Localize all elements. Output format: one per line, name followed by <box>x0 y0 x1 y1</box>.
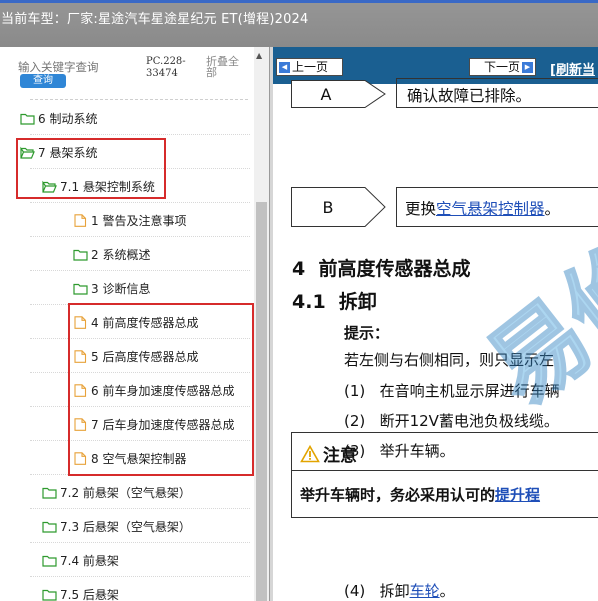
row-divider <box>30 202 250 203</box>
document-panel: ◀ 上一页 下一页 ▶ [刷新当 A 确认故障已排除。 B 更换空气悬架控制器。 4… <box>273 47 598 601</box>
folder-open-icon <box>42 180 57 193</box>
tree-item-air-suspension-controller[interactable]: 8 空气悬架控制器 <box>73 448 186 468</box>
pc-code-label: PC.228-33474 <box>146 56 186 79</box>
step-a-letter: A <box>321 85 332 104</box>
row-divider <box>30 576 250 577</box>
tree-item-label: 5 后高度传感器总成 <box>91 349 199 364</box>
top-accent-line <box>0 0 598 3</box>
document-icon <box>73 383 88 397</box>
tree-item-suspension-control[interactable]: 7.1 悬架控制系统 <box>42 176 155 196</box>
tree-item-label: 1 警告及注意事项 <box>91 213 187 228</box>
folder-open-icon <box>20 146 35 159</box>
step-1: (1) 在音响主机显示屏进行车辆 <box>344 382 560 400</box>
tree-item-warnings[interactable]: 1 警告及注意事项 <box>73 210 186 230</box>
lifting-procedure-link[interactable]: 提升程 <box>495 486 540 504</box>
folder-icon <box>42 588 57 601</box>
row-divider <box>30 236 250 237</box>
row-divider <box>30 304 250 305</box>
row-divider <box>30 168 250 169</box>
step-a-arrow: A <box>291 80 386 108</box>
tree-item-front-accel-sensor[interactable]: 6 前车身加速度传感器总成 <box>73 380 234 400</box>
caution-box: 注意 举升车辆时，务必采用认可的提升程 <box>291 432 598 518</box>
tree-item-diagnostics[interactable]: 3 诊断信息 <box>73 278 150 298</box>
tree-item-front-height-sensor[interactable]: 4 前高度传感器总成 <box>73 312 198 332</box>
caution-divider <box>292 470 598 471</box>
document-icon <box>73 417 88 431</box>
row-divider <box>30 440 250 441</box>
tree-item-label: 8 空气悬架控制器 <box>91 451 187 466</box>
caution-text: 举升车辆时，务必采用认可的提升程 <box>300 486 541 504</box>
sidebar-scrollbar[interactable]: ▲ <box>254 47 269 601</box>
tree-item-label: 4 前高度传感器总成 <box>91 315 199 330</box>
tree-item-label: 7.3 后悬架（空气悬架） <box>60 519 191 534</box>
left-arrow-icon: ◀ <box>279 62 290 73</box>
folder-icon <box>20 112 35 125</box>
tree-item-rear-accel-sensor[interactable]: 7 后车身加速度传感器总成 <box>73 414 234 434</box>
tree-item-suspension-system[interactable]: 7 悬架系统 <box>20 142 97 162</box>
step-a-text: 确认故障已排除。 <box>407 87 532 105</box>
tree-item-label: 6 制动系统 <box>38 111 98 126</box>
tree-item-label: 2 系统概述 <box>91 247 151 262</box>
folder-icon <box>73 282 88 295</box>
current-model-label: 当前车型：厂家:星途汽车星途星纪元 ET(增程)2024 <box>1 12 309 27</box>
row-divider <box>30 270 250 271</box>
row-divider <box>30 474 250 475</box>
tree-item-label: 7.1 悬架控制系统 <box>60 179 155 194</box>
tree-item-label: 6 前车身加速度传感器总成 <box>91 383 235 398</box>
tree-item-label: 7.4 前悬架 <box>60 553 119 568</box>
right-arrow-icon: ▶ <box>522 62 533 73</box>
hint-text: 若左侧与右侧相同，则只显示左 <box>344 351 555 369</box>
tree-item-rear-suspension[interactable]: 7.5 后悬架 <box>42 584 119 601</box>
tree-item-label: 7.5 后悬架 <box>60 587 119 601</box>
scrollbar-thumb[interactable] <box>256 202 267 601</box>
subsection-title: 4.1 拆卸 <box>292 291 377 313</box>
tree-item-label: 7 悬架系统 <box>38 145 98 160</box>
tree-item-rear-height-sensor[interactable]: 5 后高度传感器总成 <box>73 346 198 366</box>
hint-label: 提示： <box>344 324 390 342</box>
folder-icon <box>42 554 57 567</box>
caution-title: 注意 <box>300 441 357 466</box>
tree-item-front-suspension[interactable]: 7.4 前悬架 <box>42 550 119 570</box>
document-icon <box>73 213 88 227</box>
header-divider <box>30 99 248 100</box>
tree-item-label: 3 诊断信息 <box>91 281 151 296</box>
tree-item-system-overview[interactable]: 2 系统概述 <box>73 244 150 264</box>
document-icon <box>73 349 88 363</box>
section-title: 4 前高度传感器总成 <box>292 258 471 280</box>
prev-page-button[interactable]: ◀ 上一页 <box>276 58 343 76</box>
row-divider <box>30 134 250 135</box>
row-divider <box>30 338 250 339</box>
step-4: (4) 拆卸车轮。 <box>344 582 455 600</box>
row-divider <box>30 508 250 509</box>
document-icon <box>73 451 88 465</box>
tree-item-label: 7.2 前悬架（空气悬架） <box>60 485 191 500</box>
next-page-button[interactable]: 下一页 ▶ <box>469 58 536 76</box>
row-divider <box>30 542 250 543</box>
sidebar: 查询 PC.228-33474 折叠全部 6 制动系统 7 悬架系统 7.1 悬… <box>0 47 270 601</box>
folder-icon <box>42 520 57 533</box>
wheel-link[interactable]: 车轮 <box>410 582 440 600</box>
fold-all-link[interactable]: 折叠全部 <box>206 56 248 78</box>
scroll-up-arrow-icon[interactable]: ▲ <box>256 51 262 60</box>
step-b-text: 更换空气悬架控制器。 <box>405 200 561 218</box>
folder-icon <box>73 248 88 261</box>
warning-triangle-icon <box>300 444 320 462</box>
tree-item-brake-system[interactable]: 6 制动系统 <box>20 108 97 128</box>
step-b-letter: B <box>323 198 334 217</box>
document-content: A 确认故障已排除。 B 更换空气悬架控制器。 4 前高度传感器总成 4.1 拆… <box>273 78 598 601</box>
tree-item-front-air-suspension[interactable]: 7.2 前悬架（空气悬架） <box>42 482 191 502</box>
refresh-link[interactable]: [刷新当 <box>550 59 595 78</box>
row-divider <box>30 372 250 373</box>
tree-item-label: 7 后车身加速度传感器总成 <box>91 417 235 432</box>
air-suspension-controller-link[interactable]: 空气悬架控制器 <box>436 200 545 218</box>
step-b-arrow: B <box>291 187 386 227</box>
folder-icon <box>42 486 57 499</box>
top-bar: 当前车型：厂家:星途汽车星途星纪元 ET(增程)2024 <box>0 0 598 47</box>
tree-item-rear-air-suspension[interactable]: 7.3 后悬架（空气悬架） <box>42 516 191 536</box>
row-divider <box>30 406 250 407</box>
search-button[interactable]: 查询 <box>20 74 66 88</box>
document-icon <box>73 315 88 329</box>
step-2: (2) 断开12V蓄电池负极线缆。 <box>344 412 559 430</box>
